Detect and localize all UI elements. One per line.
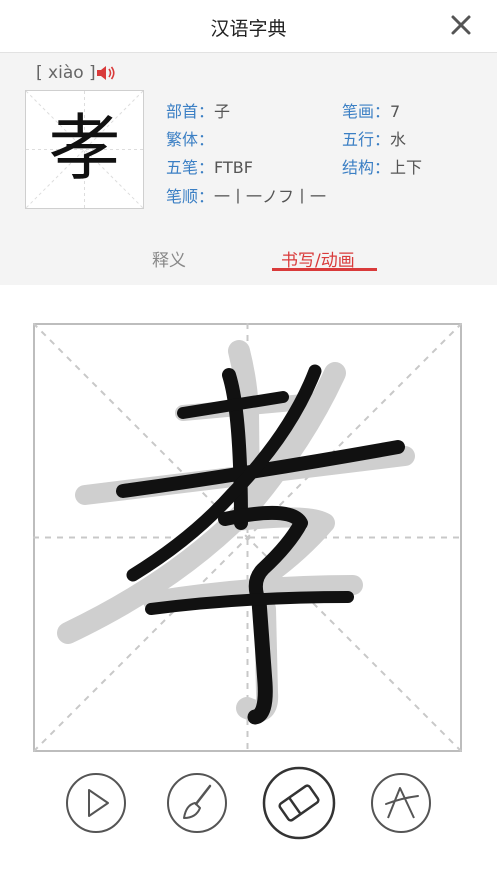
writing-canvas[interactable] — [33, 323, 462, 752]
page-title: 汉语字典 — [210, 18, 287, 40]
wuxing-field: 五行：水 — [342, 126, 406, 150]
title-bar: 汉语字典 — [0, 0, 497, 53]
play-icon[interactable] — [65, 772, 127, 834]
character-info-panel: [ xiào ] 孝 部首：子 笔画：7 繁体： 五行：水 五笔：FTBF 结构… — [0, 53, 497, 285]
wubi-field: 五笔：FTBF — [166, 154, 253, 178]
character-box: 孝 — [25, 90, 144, 209]
pinyin-label: [ xiào ] — [36, 63, 96, 83]
traditional-field: 繁体： — [166, 126, 214, 150]
strokes-field: 笔画：7 — [342, 98, 400, 122]
active-tab-indicator — [272, 268, 377, 271]
brush-icon[interactable] — [166, 772, 228, 834]
structure-label: 结构： — [342, 158, 391, 177]
stroke-order-field: 笔顺：一丨一ノフ丨一 — [166, 183, 326, 207]
speaker-icon[interactable] — [96, 65, 116, 81]
stroke-order-value: 一丨一ノフ丨一 — [214, 187, 327, 206]
eraser-icon[interactable] — [262, 766, 336, 840]
radical-label: 部首： — [166, 102, 215, 121]
structure-value: 上下 — [390, 158, 423, 177]
wubi-label: 五笔： — [166, 158, 215, 177]
wuxing-label: 五行： — [342, 130, 391, 149]
stroke-order-label: 笔顺： — [166, 187, 215, 206]
character-glyph: 孝 — [48, 106, 121, 190]
close-icon[interactable] — [448, 12, 474, 38]
wuxing-value: 水 — [390, 130, 407, 149]
traditional-label: 繁体： — [166, 130, 215, 149]
radical-value: 子 — [214, 102, 231, 121]
strokes-value: 7 — [390, 102, 401, 121]
structure-field: 结构：上下 — [342, 154, 422, 178]
wubi-value: FTBF — [214, 158, 253, 177]
radical-field: 部首：子 — [166, 98, 230, 122]
strokes-label: 笔画： — [342, 102, 391, 121]
tab-definition[interactable]: 释义 — [152, 246, 186, 271]
stroke-order-icon[interactable] — [370, 772, 432, 834]
